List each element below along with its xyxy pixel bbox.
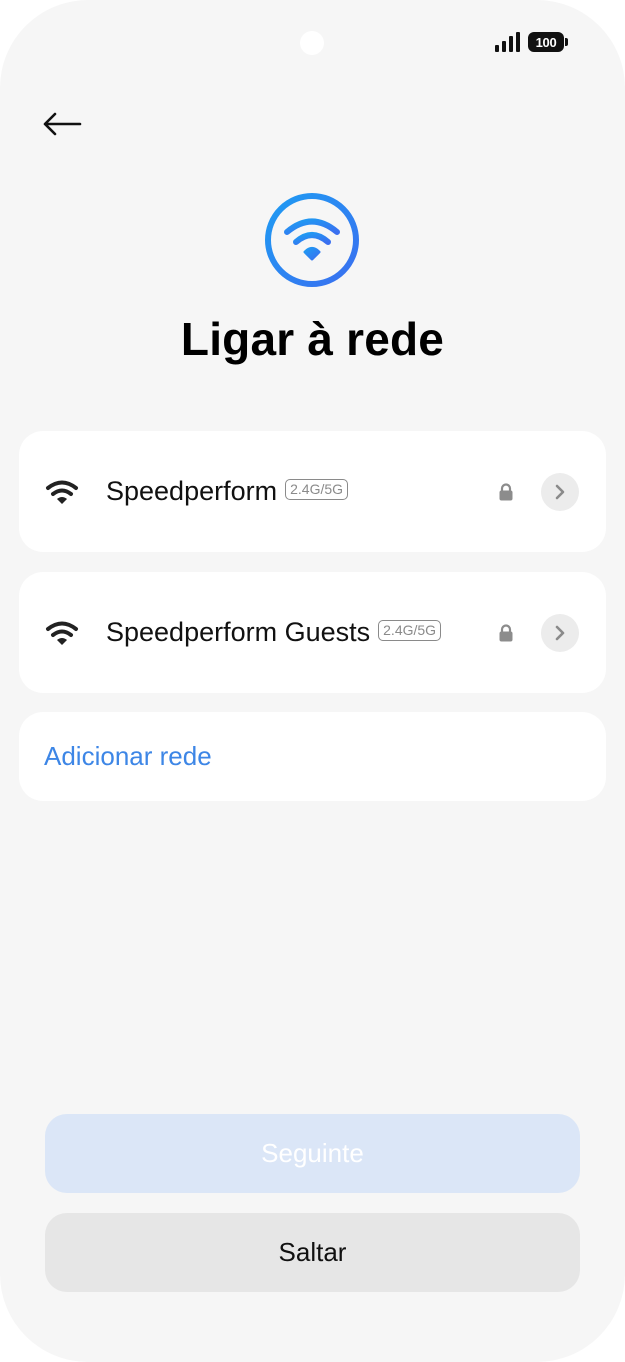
wifi-icon — [46, 621, 78, 645]
page-title: Ligar à rede — [180, 313, 445, 365]
network-details-button[interactable] — [541, 472, 579, 511]
chevron-right-icon — [555, 625, 565, 640]
battery-icon: 100 — [528, 32, 568, 52]
chevron-right-icon — [555, 484, 565, 499]
front-camera — [300, 31, 324, 55]
network-details-button[interactable] — [541, 613, 579, 652]
network-item-speedperform-guests[interactable]: Speedperform Guests 2.4G/5G — [19, 572, 606, 693]
next-button[interactable]: Seguinte — [45, 1114, 580, 1193]
wifi-icon — [46, 480, 78, 504]
add-network-item[interactable]: Adicionar rede — [19, 712, 606, 801]
back-button[interactable] — [36, 104, 88, 144]
lock-icon — [499, 482, 513, 500]
network-name: Speedperform Guests — [106, 617, 371, 647]
lock-icon — [499, 623, 513, 641]
band-badge: 2.4G/5G — [285, 479, 349, 500]
add-network-label: Adicionar rede — [44, 741, 212, 771]
wifi-circle-icon — [265, 193, 359, 287]
phone-screen: 100 Ligar à rede Speedperform 2.4G/5G Sp… — [0, 0, 625, 1362]
band-badge: 2.4G/5G — [378, 620, 442, 641]
arrow-left-icon — [43, 112, 82, 136]
network-name: Speedperform — [106, 476, 278, 506]
skip-button[interactable]: Saltar — [45, 1213, 580, 1292]
battery-level: 100 — [528, 32, 564, 52]
network-item-speedperform[interactable]: Speedperform 2.4G/5G — [19, 431, 606, 552]
signal-icon — [495, 32, 520, 52]
